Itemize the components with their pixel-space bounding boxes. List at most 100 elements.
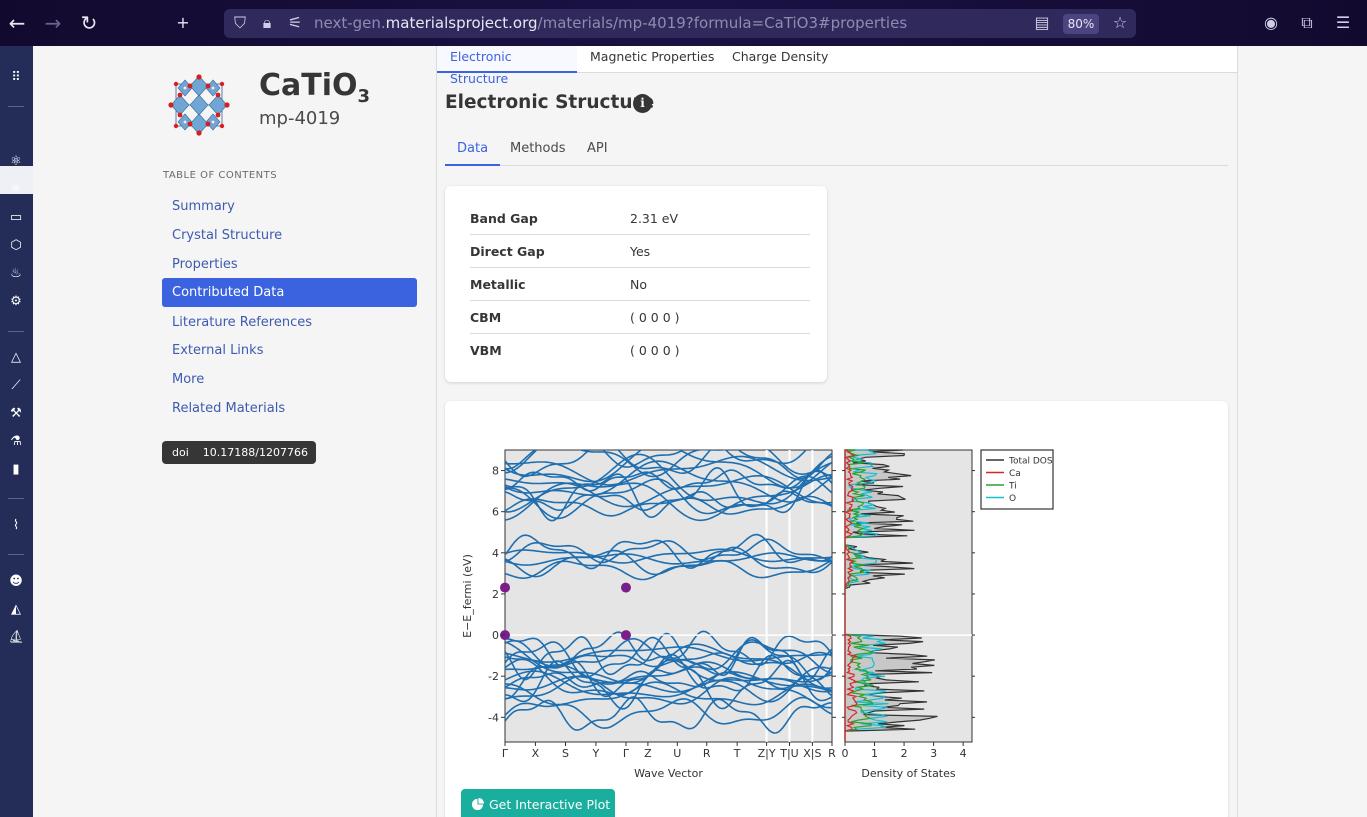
x-tick-label: X|S <box>803 747 821 760</box>
lock-icon[interactable]: 🔒︎ <box>256 12 278 34</box>
band-extremum-point <box>620 582 631 593</box>
y-tick-label: 8 <box>492 465 499 478</box>
battery-icon[interactable]: ▭ <box>6 208 26 228</box>
x-tick-label: Γ <box>502 747 509 760</box>
apps-grid-icon[interactable]: ⠿ <box>6 68 26 88</box>
x-tick-label: Z|Y <box>758 747 776 760</box>
reload-icon[interactable]: ↻ <box>77 11 101 35</box>
extensions-icon[interactable]: ⧉ <box>1296 12 1318 34</box>
toc-item-external-links[interactable]: External Links <box>162 336 417 365</box>
section-title: Electronic Structure <box>445 92 655 113</box>
dos-x-axis-label: Density of States <box>861 767 956 780</box>
dos-x-tick-label: 4 <box>960 747 967 760</box>
x-axis-label: Wave Vector <box>634 767 703 780</box>
dos-x-tick-label: 3 <box>930 747 937 760</box>
material-formula: CaTiO3 <box>259 68 371 107</box>
property-label: VBM <box>470 343 502 358</box>
property-label: Band Gap <box>470 211 538 226</box>
y-tick-label: 6 <box>492 506 499 519</box>
property-row: Band Gap 2.31 eV <box>470 202 810 235</box>
toc-item-properties[interactable]: Properties <box>162 250 417 279</box>
toc-item-literature-references[interactable]: Literature References <box>162 308 417 337</box>
crystal-icon[interactable]: ⬡ <box>6 236 26 256</box>
tab-api[interactable]: API <box>575 137 620 166</box>
flask-icon[interactable]: ⚗ <box>6 432 26 452</box>
bookmark-star-icon[interactable]: ☆ <box>1109 12 1131 34</box>
tab-charge-density[interactable]: Charge Density <box>719 46 841 73</box>
x-tick-label: Z <box>644 747 652 760</box>
band-structure-plot[interactable]: -4-202468Γ X S Y Γ Z U R T Z|Y T|U X|S RWave VectorE… <box>445 401 1228 787</box>
catalysis-icon[interactable]: ♨ <box>6 264 26 284</box>
toc-item-summary[interactable]: Summary <box>162 192 417 221</box>
sailboat-icon[interactable]: ⛵︎ <box>6 628 26 648</box>
info-icon[interactable]: i <box>633 94 652 113</box>
tab-methods[interactable]: Methods <box>498 137 578 166</box>
shapes-icon[interactable]: ◭ <box>6 600 26 620</box>
permissions-icon[interactable]: ⚟ <box>284 12 306 34</box>
zoom-level-badge[interactable]: 80% <box>1063 14 1099 34</box>
doi-label: doi <box>172 446 189 459</box>
legend-label: O <box>1009 494 1016 504</box>
phase-diagram-icon[interactable]: △ <box>6 348 26 368</box>
doi-value: 10.17188/1207766 <box>202 446 308 459</box>
account-icon[interactable]: ◉ <box>1260 12 1282 34</box>
x-tick-label: X <box>532 747 540 760</box>
pourbaix-icon[interactable]: ⟋ <box>6 376 26 396</box>
molecule-icon[interactable]: ⚛ <box>6 152 26 172</box>
new-tab-icon[interactable]: + <box>171 11 195 35</box>
property-label: CBM <box>470 310 502 325</box>
property-row: Direct Gap Yes <box>470 235 810 268</box>
property-row: VBM ( 0 0 0 ) <box>470 334 810 367</box>
y-axis-label: E−E_fermi (eV) <box>461 554 474 638</box>
tab-electronic-structure[interactable]: Electronic Structure <box>437 46 577 86</box>
y-tick-label: -2 <box>488 670 499 683</box>
property-value: No <box>630 277 647 292</box>
forward-arrow-icon[interactable]: → <box>41 11 65 35</box>
doi-tag[interactable]: doi 10.17188/1207766 <box>162 441 316 464</box>
property-row: CBM ( 0 0 0 ) <box>470 301 810 334</box>
property-value: 2.31 eV <box>630 211 679 226</box>
xrd-icon[interactable]: ⌇ <box>6 516 26 536</box>
x-tick-label: U <box>673 747 681 760</box>
back-arrow-icon[interactable]: ← <box>5 11 29 35</box>
rail-divider <box>8 498 24 499</box>
network-icon[interactable]: ⚛ <box>6 180 26 200</box>
x-tick-label: Y <box>592 747 600 760</box>
crystal-structure-logo <box>168 74 230 136</box>
tools-icon[interactable]: ⚒ <box>6 404 26 424</box>
band-extremum-point <box>500 582 510 593</box>
rail-divider <box>8 554 24 555</box>
toc-item-contributed-data[interactable]: Contributed Data <box>162 278 417 307</box>
property-row: Metallic No <box>470 268 810 301</box>
tab-data[interactable]: Data <box>445 137 501 166</box>
toc-heading: TABLE OF CONTENTS <box>163 170 278 181</box>
gear-icon[interactable]: ⚙ <box>6 292 26 312</box>
property-tabs: Electronic Structure Magnetic Properties… <box>437 46 1237 86</box>
band-extremum-point <box>620 630 631 641</box>
y-tick-label: 0 <box>492 629 499 642</box>
x-tick-label: T <box>733 747 741 760</box>
legend-label: Ca <box>1009 469 1021 479</box>
tab-magnetic-properties[interactable]: Magnetic Properties <box>577 46 727 73</box>
reader-view-icon[interactable]: ▤ <box>1031 12 1053 34</box>
menu-icon[interactable]: ☰ <box>1332 12 1354 34</box>
search-icon[interactable]: ⌕ <box>6 124 26 144</box>
property-value: ( 0 0 0 ) <box>630 310 680 325</box>
toc-item-crystal-structure[interactable]: Crystal Structure <box>162 221 417 250</box>
rail-divider <box>8 106 24 107</box>
url-text[interactable]: next-gen.materialsproject.org/materials/… <box>314 14 907 32</box>
interactive-plot-button[interactable]: Get Interactive Plot <box>461 789 615 817</box>
shield-icon[interactable]: ⛉ <box>229 12 251 34</box>
property-label: Direct Gap <box>470 244 545 259</box>
material-id: mp-4019 <box>259 108 341 129</box>
x-tick-label: T|U <box>779 747 798 760</box>
book-icon[interactable]: ▮ <box>6 460 26 480</box>
dos-x-tick-label: 2 <box>901 747 908 760</box>
toc-item-more[interactable]: More <box>162 365 417 394</box>
dos-x-tick-label: 1 <box>871 747 878 760</box>
browser-toolbar: ← → ↻ + ⛉ 🔒︎ ⚟ next-gen.materialsproject… <box>0 0 1367 46</box>
y-tick-label: 2 <box>492 588 499 601</box>
people-icon[interactable]: ☻ <box>6 572 26 592</box>
app-sidebar-rail: ⠿ ⌕ ⚛ ⚛ ▭ ⬡ ♨ ⚙ △ ⟋ ⚒ ⚗ ▮ ⌇ ☻ ◭ ⛵︎ <box>0 46 33 817</box>
toc-item-related-materials[interactable]: Related Materials <box>162 394 417 423</box>
